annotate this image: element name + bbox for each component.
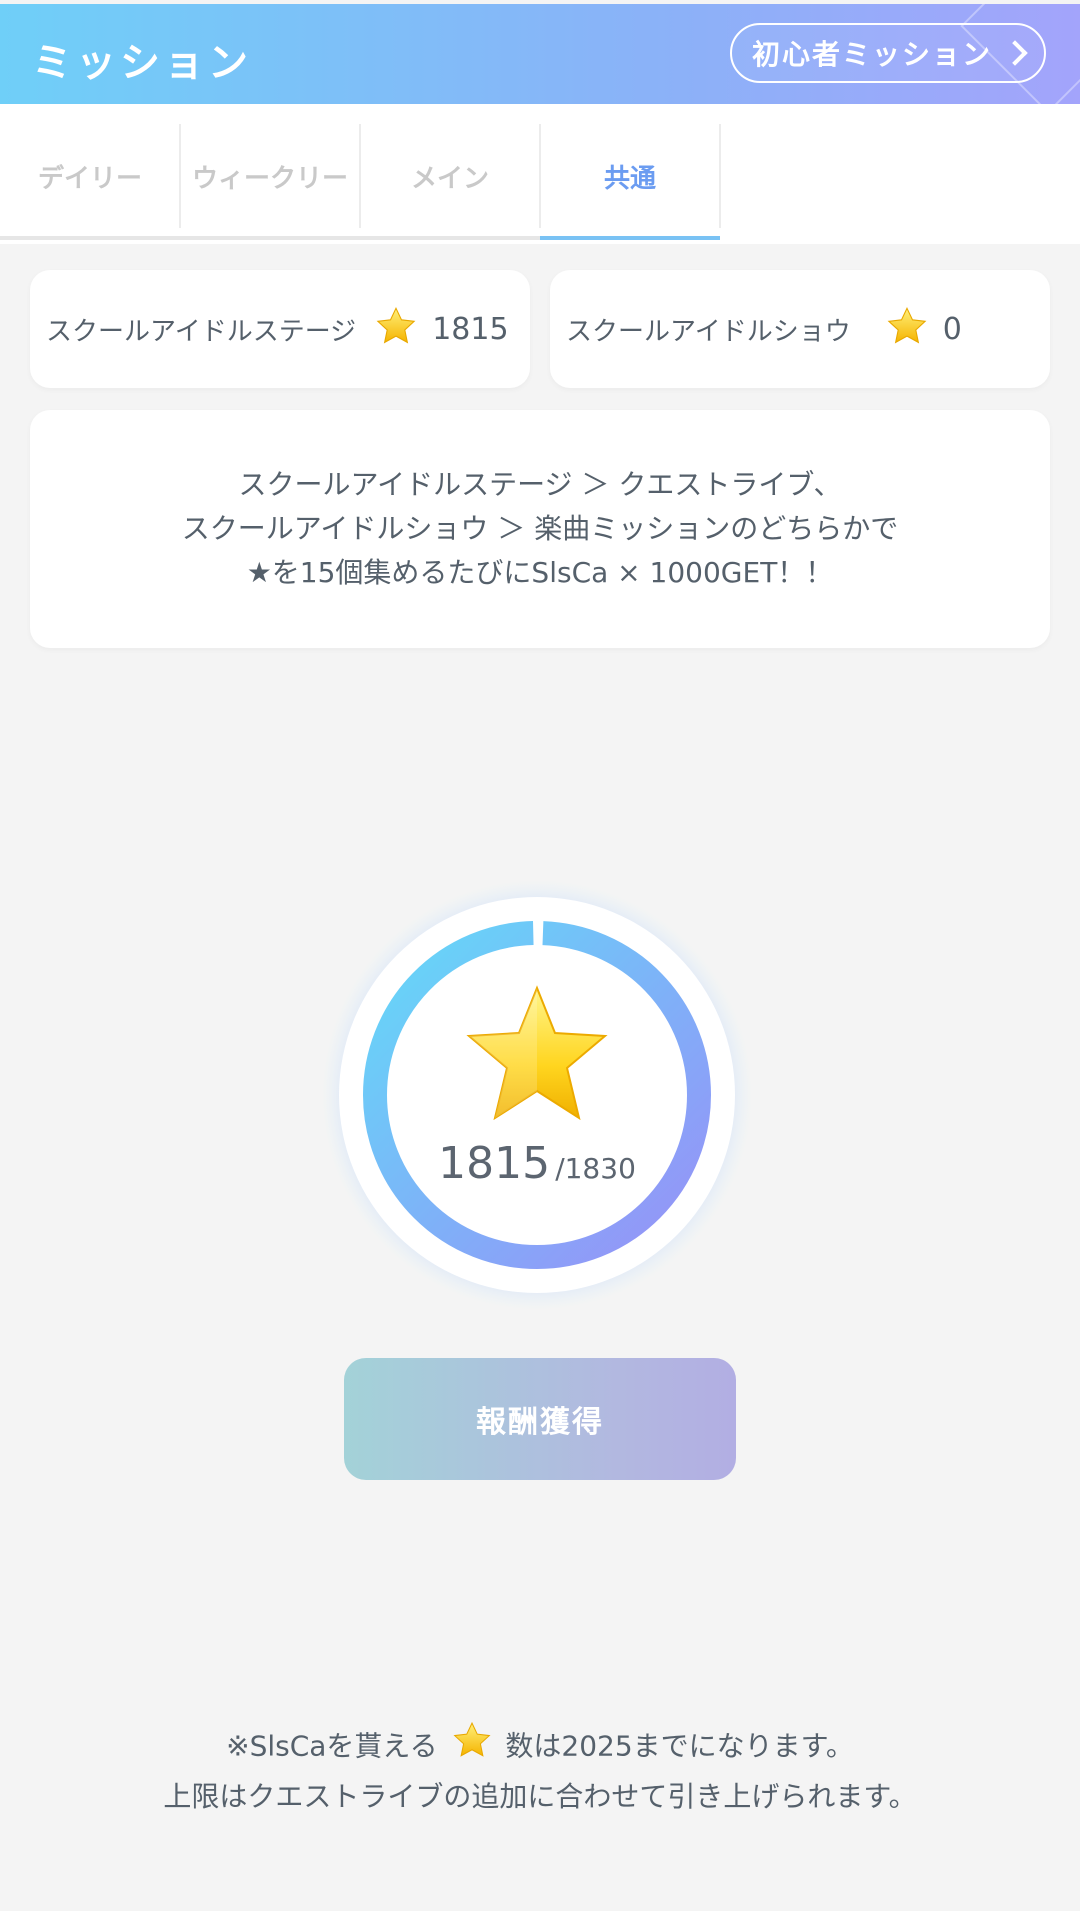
claim-reward-label: 報酬獲得 — [476, 1405, 604, 1440]
tab-weekly[interactable]: ウィークリー — [180, 124, 360, 228]
footnote: ※SlsCaを貰える 数は2025までになります。 上限はクエストライブの追加に… — [0, 1720, 1080, 1819]
stage-star-count: 1815 — [432, 311, 509, 347]
mission-tabs: デイリー ウィークリー メイン 共通 — [0, 104, 1080, 244]
show-star-card: スクールアイドルショウ 0 — [550, 270, 1050, 388]
stage-star-card: スクールアイドルステージ 1815 — [30, 270, 530, 388]
beginner-mission-label: 初心者ミッション — [751, 38, 992, 71]
progress-ring-graphic — [322, 880, 752, 1310]
description-line: スクールアイドルステージ ＞ クエストライブ、 — [238, 468, 842, 501]
footnote-text: 数は2025までになります。 — [505, 1729, 854, 1763]
app-header: ミッション 初心者ミッション — [0, 4, 1080, 104]
show-label: スクールアイドルショウ — [566, 316, 851, 347]
star-icon — [451, 1720, 493, 1775]
current-stars: 1815 — [438, 1138, 551, 1189]
star-icon — [885, 305, 929, 353]
beginner-mission-button[interactable]: 初心者ミッション — [730, 23, 1046, 83]
tab-main[interactable]: メイン — [360, 124, 540, 228]
star-icon — [374, 305, 418, 353]
mission-description: スクールアイドルステージ ＞ クエストライブ、 スクールアイドルショウ ＞ 楽曲… — [30, 410, 1050, 648]
total-stars: /1830 — [555, 1152, 636, 1185]
tab-label: ウィークリー — [191, 163, 348, 194]
star-progress-ring: 1815 /1830 — [322, 880, 752, 1310]
footnote-line: ※SlsCaを貰える 数は2025までになります。 — [0, 1720, 1080, 1775]
tab-daily[interactable]: デイリー — [0, 124, 180, 228]
tab-label: デイリー — [37, 163, 142, 194]
page-title: ミッション — [32, 40, 252, 86]
claim-reward-button[interactable]: 報酬獲得 — [344, 1358, 736, 1480]
chevron-right-icon — [1002, 40, 1028, 66]
stage-label: スクールアイドルステージ — [46, 316, 357, 347]
tab-label: メイン — [410, 163, 489, 194]
tab-label: 共通 — [603, 163, 656, 194]
description-line: ★を15個集めるたびにSlsCa × 1000GET！！ — [246, 556, 834, 589]
progress-count: 1815 /1830 — [322, 1138, 752, 1189]
tab-common[interactable]: 共通 — [540, 124, 720, 228]
description-line: スクールアイドルショウ ＞ 楽曲ミッションのどちらかで — [181, 512, 899, 545]
active-tab-indicator — [540, 236, 720, 240]
footnote-line: 上限はクエストライブの追加に合わせて引き上げられます。 — [163, 1780, 917, 1813]
show-star-count: 0 — [942, 311, 962, 347]
footnote-text: ※SlsCaを貰える — [226, 1729, 438, 1763]
tab-divider — [719, 124, 721, 228]
